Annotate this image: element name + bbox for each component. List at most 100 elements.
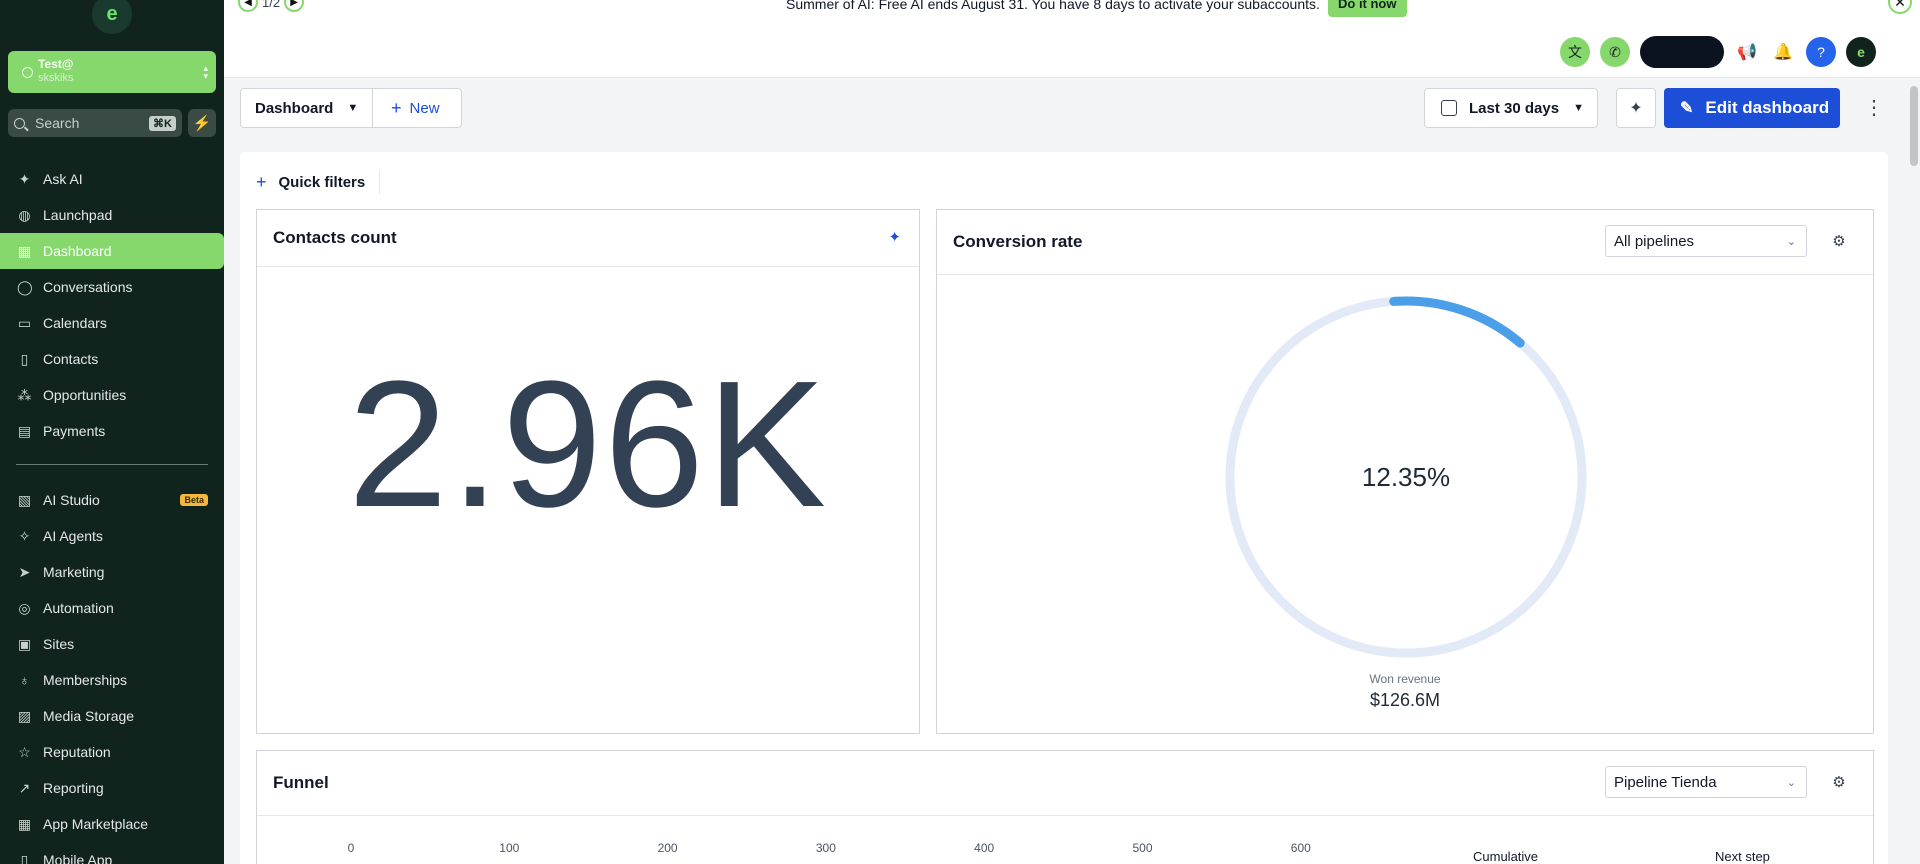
dashboard-dropdown[interactable]: Dashboard ▼ — [241, 89, 373, 127]
search-input[interactable]: Search ⌘K — [8, 109, 182, 137]
sidebar-item-label: Marketing — [43, 564, 105, 580]
pipeline-select-value: All pipelines — [1614, 232, 1695, 250]
account-subtitle: skskiks — [38, 72, 74, 84]
chat-icon: ◯ — [17, 279, 33, 295]
gauge-progress-arc — [1389, 296, 1525, 348]
card-title: Conversion rate — [953, 232, 1083, 251]
status-pill[interactable] — [1640, 36, 1724, 68]
sidebar-item-label: Opportunities — [43, 387, 127, 403]
megaphone-icon[interactable]: 📢 — [1734, 37, 1760, 67]
pipeline-select[interactable]: Pipeline Tienda ⌄ — [1605, 766, 1807, 798]
automation-icon: ◎ — [18, 600, 31, 616]
edit-dashboard-button[interactable]: ✎ Edit dashboard — [1664, 88, 1840, 128]
sidebar-item-launchpad[interactable]: ◍ Launchpad — [0, 197, 224, 233]
sidebar-item-payments[interactable]: ▤ Payments — [0, 413, 224, 449]
grid-icon: ▦ — [17, 243, 32, 259]
pipeline-select[interactable]: All pipelines ⌄ — [1605, 225, 1807, 257]
chevron-down-icon: ⌄ — [1786, 235, 1796, 248]
date-range-picker[interactable]: Last 30 days ▼ — [1424, 88, 1598, 128]
receipt-icon: ▤ — [17, 423, 32, 439]
sparkle-icon[interactable]: ✦ — [888, 228, 901, 246]
settings-sliders-icon[interactable]: ⚙ — [1829, 773, 1849, 793]
sidebar-item-contacts[interactable]: ▯ Contacts — [0, 341, 224, 377]
sidebar-item-sites[interactable]: ▣ Sites — [0, 626, 224, 662]
sidebar-item-ask-ai[interactable]: ✦ Ask AI — [0, 161, 224, 197]
sidebar-item-conversations[interactable]: ◯ Conversations — [0, 269, 224, 305]
nav-divider — [16, 464, 208, 465]
magic-wand-icon: ✦ — [1629, 100, 1643, 117]
sidebar-item-opportunities[interactable]: ⁂ Opportunities — [0, 377, 224, 413]
sidebar-item-calendars[interactable]: ▭ Calendars — [0, 305, 224, 341]
sidebar-item-reporting[interactable]: ↗ Reporting — [0, 770, 224, 806]
next-announcement-button[interactable]: ▶ — [284, 0, 305, 12]
account-switcher[interactable]: Test@ skskiks ▴ ▾ — [8, 51, 216, 93]
chevron-down-icon: ⌄ — [1786, 776, 1796, 789]
ai-insights-button[interactable]: ✦ — [1616, 88, 1656, 128]
chevron-down-icon: ▼ — [347, 102, 359, 114]
apps-icon: ▦ — [17, 816, 32, 832]
search-placeholder: Search — [35, 115, 80, 131]
chevron-updown-icon: ▴ ▾ — [203, 63, 208, 81]
image-icon: ▨ — [17, 708, 32, 724]
won-revenue-label: Won revenue — [1369, 672, 1441, 686]
ai-studio-icon: ▧ — [17, 492, 32, 508]
pipeline-select-value: Pipeline Tienda — [1614, 773, 1717, 791]
card-header-divider — [937, 274, 1873, 275]
phone-icon[interactable]: ✆ — [1600, 37, 1630, 67]
sidebar-item-app-marketplace[interactable]: ▦ App Marketplace — [0, 806, 224, 842]
sidebar-item-ai-studio[interactable]: ▧ AI Studio Beta — [0, 482, 224, 518]
calendar-icon: ▭ — [17, 315, 32, 331]
do-it-now-button[interactable]: Do it now — [1328, 0, 1407, 17]
sidebar-item-label: Dashboard — [43, 243, 112, 259]
sidebar-item-dashboard[interactable]: ▦ Dashboard — [0, 233, 224, 269]
close-announcement-button[interactable]: ✕ — [1888, 0, 1912, 14]
contacts-count-card: Contacts count ✦ 2.96K — [256, 209, 920, 734]
sidebar: e Test@ skskiks ▴ ▾ Search ⌘K ⚡ ✦ Ask AI ◍ L… — [0, 0, 224, 864]
sidebar-item-label: Reputation — [43, 744, 111, 760]
sidebar-item-marketing[interactable]: ➤ Marketing — [0, 554, 224, 590]
search-shortcut: ⌘K — [149, 115, 176, 131]
dashboard-canvas: + Quick filters Contacts count ✦ 2.96K C… — [240, 152, 1888, 864]
more-options-icon[interactable]: ⋮ — [1864, 96, 1884, 120]
sidebar-item-label: AI Agents — [43, 528, 103, 544]
mobile-icon: ▯ — [20, 852, 29, 864]
next-step-column-header: Next step — [1715, 849, 1770, 864]
brand-logo[interactable]: e — [92, 0, 132, 34]
rocket-icon: ◍ — [18, 207, 31, 223]
quick-actions-button[interactable]: ⚡ — [188, 109, 216, 137]
cumulative-column-header: Cumulative — [1473, 849, 1539, 864]
beta-badge: Beta — [180, 494, 208, 506]
sidebar-item-ai-agents[interactable]: ✧ AI Agents — [0, 518, 224, 554]
sidebar-item-mobile-app[interactable]: ▯ Mobile App — [0, 842, 224, 864]
translate-icon[interactable]: 文 — [1560, 37, 1590, 67]
card-title: Contacts count — [273, 228, 397, 247]
settings-sliders-icon[interactable]: ⚙ — [1829, 232, 1849, 252]
new-dashboard-button[interactable]: + New — [373, 89, 461, 127]
page-scrollbar[interactable] — [1910, 86, 1918, 166]
sidebar-item-label: Media Storage — [43, 708, 135, 724]
sidebar-item-automation[interactable]: ◎ Automation — [0, 590, 224, 626]
plus-icon: + — [256, 171, 267, 192]
sidebar-item-reputation[interactable]: ☆ Reputation — [0, 734, 224, 770]
account-name: Test@ — [38, 57, 74, 71]
sidebar-item-media-storage[interactable]: ▨ Media Storage — [0, 698, 224, 734]
bell-icon[interactable]: 🔔 — [1770, 37, 1796, 67]
funnel-axis-tick: 600 — [1290, 841, 1311, 855]
funnel-card: Funnel Pipeline Tienda ⌄ ⚙ 0 100 200 300 400… — [256, 750, 1874, 864]
avatar[interactable]: e — [1846, 37, 1876, 67]
header-actions: 文 ✆ 📢 🔔 ? e — [1560, 36, 1876, 68]
contacts-count-value: 2.96K — [347, 344, 829, 545]
prev-announcement-button[interactable]: ◀ — [238, 0, 258, 12]
announcement-text: Summer of AI: Free AI ends August 31. Yo… — [786, 0, 1320, 12]
dashboard-dropdown-label: Dashboard — [255, 99, 334, 117]
quick-filters-button[interactable]: + Quick filters — [256, 170, 381, 194]
sidebar-item-memberships[interactable]: ♁ Memberships — [0, 662, 224, 698]
funnel-axis-tick: 400 — [974, 841, 995, 855]
pencil-icon: ✎ — [1680, 100, 1694, 117]
card-header-divider — [257, 815, 1873, 816]
announcement-pager: ◀ 1/2 ▶ — [238, 0, 305, 12]
new-dashboard-label: New — [409, 99, 440, 117]
sidebar-item-label: AI Studio — [43, 492, 100, 508]
conversion-rate-value: 12.35% — [1361, 462, 1451, 492]
help-icon[interactable]: ? — [1806, 37, 1836, 67]
